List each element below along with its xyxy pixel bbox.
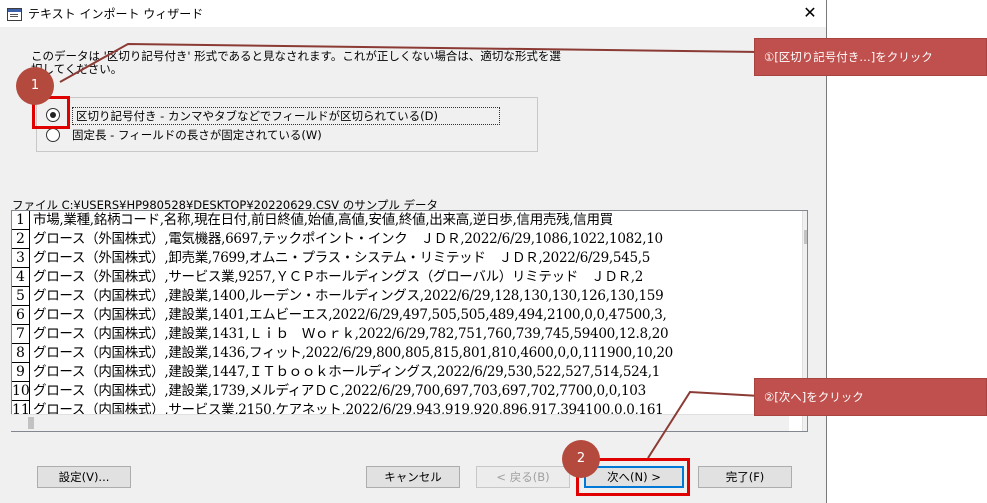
callout-step-1: ①[区切り記号付き…]をクリック (754, 38, 987, 76)
leader-line-1 (59, 42, 761, 83)
callout-step-2: ②[次へ]をクリック (754, 378, 987, 416)
leader-line-2 (647, 390, 761, 459)
step-badge-1: 1 (16, 67, 54, 105)
step-badge-2: 2 (562, 440, 600, 478)
